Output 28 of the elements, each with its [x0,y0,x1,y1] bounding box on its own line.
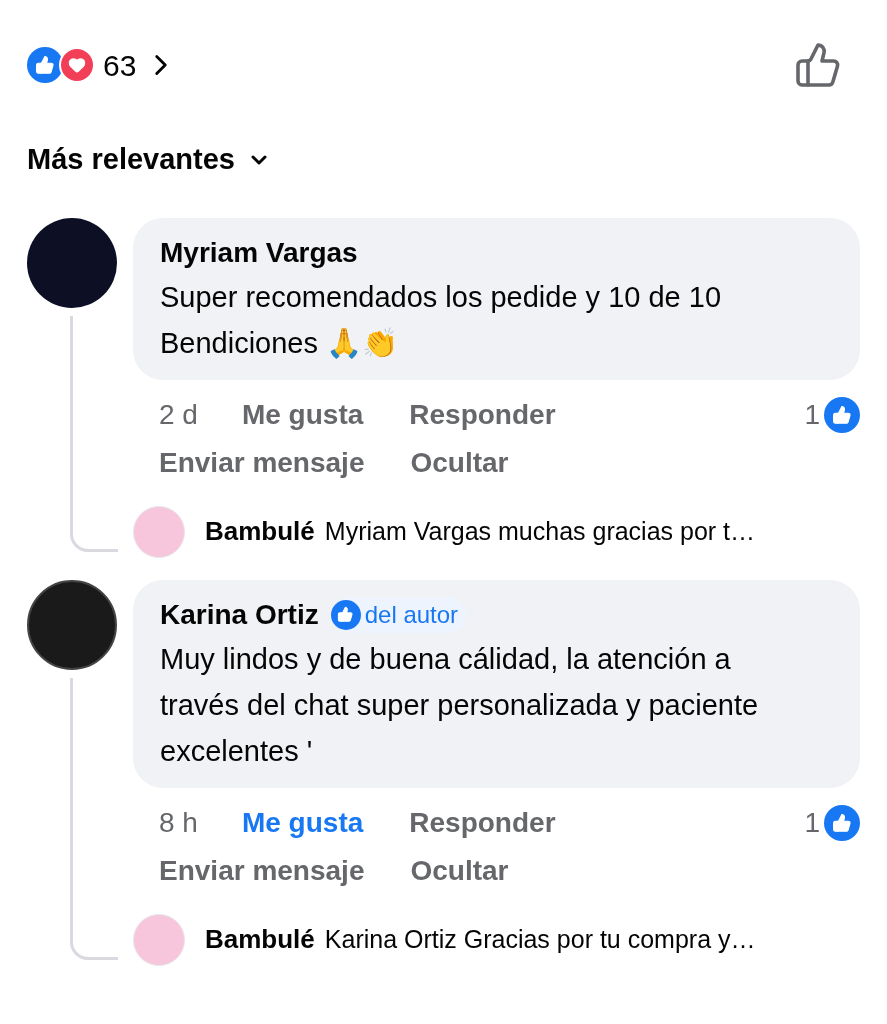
author-name[interactable]: Bambulé [205,920,315,959]
like-link[interactable]: Me gusta [241,393,364,436]
like-link[interactable]: Me gusta [241,801,364,844]
like-button-icon[interactable] [794,41,842,89]
reply-text[interactable]: Karina Ortiz Gracias por tu compra y… [324,920,756,959]
comment-text: Muy lindos y de buena cálidad, la atención a través del chat super personalizada y paciente excelentes ' [160,641,760,769]
reaction-count: 1 [804,805,820,840]
like-icon [824,804,860,841]
comment-time: 8 h [159,805,198,840]
author-name[interactable]: Bambulé [205,512,315,551]
reply-text[interactable]: Myriam Vargas muchas gracias por t… [324,512,756,551]
message-link[interactable]: Enviar mensaje [159,849,365,892]
hide-link[interactable]: Ocultar [410,441,509,484]
reply-link[interactable]: Responder [409,801,556,844]
hide-link[interactable]: Ocultar [410,849,509,892]
reaction-count: 1 [804,397,820,432]
author-name[interactable]: Karina Ortiz [160,593,319,636]
comment-text: Super recomendados los pedide y 10 de 10 Bendiciones 🙏👏 [160,279,723,361]
reaction-count[interactable]: 63 [103,42,179,88]
comment-time: 2 d [159,397,198,432]
badge-label: del autor [364,599,459,630]
reply-link[interactable]: Responder [409,393,556,436]
message-link[interactable]: Enviar mensaje [159,441,365,484]
like-icon [330,599,361,630]
sort-dropdown[interactable]: Más relevantes [27,138,271,182]
like-icon [27,47,63,83]
like-icon [824,396,860,433]
author-name[interactable]: Myriam Vargas [160,231,358,274]
